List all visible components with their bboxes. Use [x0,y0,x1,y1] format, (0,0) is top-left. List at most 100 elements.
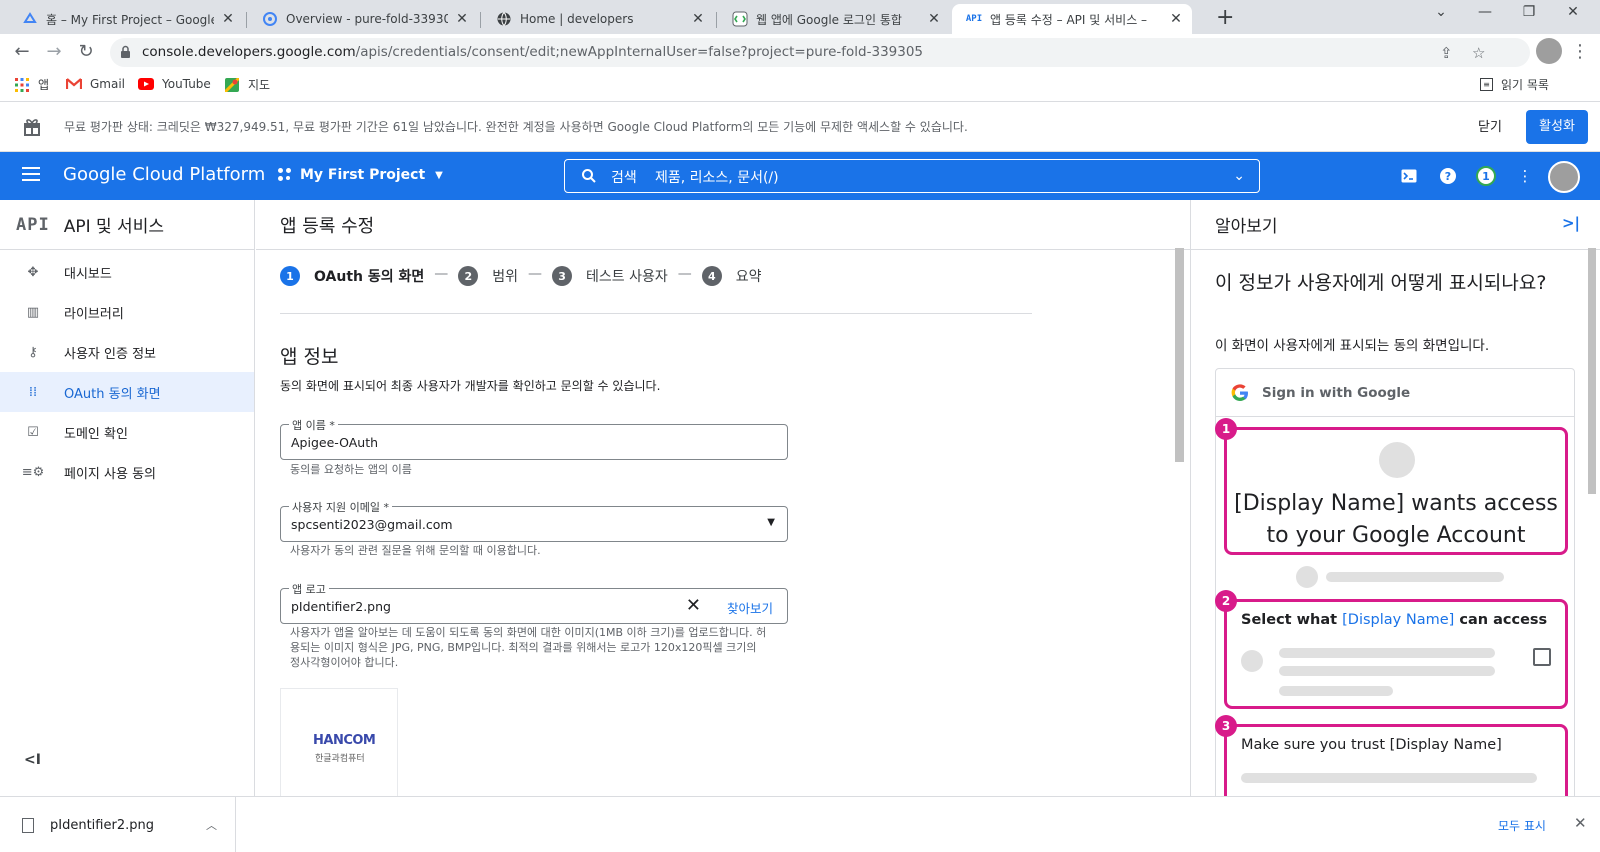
url-text: console.developers.google.com/apis/crede… [142,44,924,60]
close-icon[interactable]: ✕ [690,11,706,27]
field-value[interactable]: spcsenti2023@gmail.com [291,517,453,532]
support-email-select[interactable]: 사용자 지원 이메일 * spcsenti2023@gmail.com ▼ [280,499,788,542]
browser-tab-gcp-home[interactable]: 홈 – My First Project – Google Cloud ✕ [8,4,244,34]
tab-divider [480,12,481,28]
domain-check-icon: ☑ [27,424,39,440]
bookmark-apps[interactable]: 앱 [14,76,49,93]
project-selector[interactable]: My First Project ▼ [278,167,443,183]
show-all-downloads-link[interactable]: 모두 표시 [1498,817,1546,834]
step-summary[interactable]: 4 요약 [701,266,762,286]
search-input[interactable]: 검색 제품, 리소스, 문서(/) ⌄ [564,159,1260,193]
reading-list-label: 읽기 목록 [1501,78,1549,92]
scrollbar[interactable] [1588,248,1596,494]
close-icon[interactable]: ✕ [1574,814,1587,832]
download-filename: pIdentifier2.png [50,817,154,833]
download-item[interactable]: pIdentifier2.png ︿ [0,797,236,852]
field-hint: 동의를 요청하는 앱의 이름 [290,463,412,476]
lock-icon[interactable] [120,45,131,59]
dropdown-arrow-icon[interactable]: ▼ [767,517,775,528]
browser-tab-apigee[interactable]: Overview - pure-fold-339305-d ✕ [248,4,478,34]
browser-tab-google-signin[interactable]: 웹 앱에 Google 로그인 통합 ✕ [718,4,950,34]
collapse-sidebar-icon[interactable]: <I [24,752,41,768]
sidebar-item-label: 도메인 확인 [64,426,128,442]
close-icon[interactable]: ✕ [1168,11,1184,27]
clear-icon[interactable]: ✕ [686,595,701,616]
app-logo-field[interactable]: 앱 로고 pIdentifier2.png ✕ 찾아보기 [280,581,788,624]
bookmark-gmail[interactable]: Gmail [66,76,125,92]
mock-box-trust: 3 Make sure you trust [Display Name] [1215,715,1568,796]
bookmark-youtube[interactable]: YouTube [138,76,211,92]
dismiss-banner-button[interactable]: 닫기 [1478,116,1502,135]
browser-tab-active[interactable]: API 앱 등록 수정 – API 및 서비스 – ✕ [952,4,1192,34]
more-vert-icon[interactable]: ⋮ [1514,165,1536,187]
close-window-button[interactable]: ✕ [1558,4,1588,20]
activate-button[interactable]: 활성화 [1526,110,1588,144]
close-icon[interactable]: ✕ [926,11,942,27]
menu-icon[interactable] [22,167,40,181]
caret-down-icon: ▼ [435,169,443,181]
close-icon[interactable]: ✕ [454,11,470,27]
trial-message: 무료 평가판 상태: 크레딧은 ₩327,949.51, 무료 평가판 기간은 … [64,120,968,134]
sidebar-item-label: 페이지 사용 동의 [64,466,156,482]
step-scopes[interactable]: 2 범위 [458,266,518,286]
step-oauth-consent[interactable]: 1 OAuth 동의 화면 [280,266,424,286]
maximize-button[interactable]: ❐ [1514,4,1544,20]
section-description: 동의 화면에 표시되어 최종 사용자가 개발자를 확인하고 문의할 수 있습니다… [280,379,661,393]
notifications-icon[interactable]: 1 [1475,165,1497,187]
step-test-users[interactable]: 3 테스트 사용자 [552,266,668,286]
chevron-up-icon[interactable]: ︿ [206,817,217,833]
step-label: 범위 [492,269,519,285]
reload-button[interactable]: ↻ [74,40,98,64]
apigee-icon [262,11,278,27]
app-name-field[interactable]: 앱 이름 * Apigee-OAuth [280,417,788,460]
sidebar-item-library[interactable]: ▥ 라이브러리 [0,292,254,332]
tab-title: 앱 등록 수정 – API 및 서비스 – [990,12,1148,27]
sidebar-header: API API 및 서비스 [0,200,254,250]
browser-tab-developers[interactable]: Home | developers ✕ [482,4,714,34]
scrollbar[interactable] [1175,248,1184,462]
tab-title: 홈 – My First Project – Google Cloud [46,12,214,27]
browse-button[interactable]: 찾아보기 [727,598,773,617]
mock-text-placeholder [1279,648,1495,658]
browser-toolbar: ← → ↻ console.developers.google.com/apis… [0,34,1600,70]
reading-list-button[interactable]: ≡ 읽기 목록 [1480,76,1549,93]
logo-preview-text: HANCOM [313,733,376,748]
browser-menu-icon[interactable]: ⋮ [1568,40,1592,64]
sidebar-item-dashboard[interactable]: ✥ 대시보드 [0,252,254,292]
field-hint: 사용자가 동의 관련 질문을 위해 문의할 때 이용합니다. [290,544,541,557]
learn-panel: 알아보기 >| 이 정보가 사용자에게 어떻게 표시되나요? 이 화면이 사용자… [1190,200,1600,796]
mock-header-text: Sign in with Google [1262,384,1411,401]
main-content: 앱 등록 수정 1 OAuth 동의 화면 — 2 범위 — 3 테스트 사용자… [256,200,1190,796]
sidebar-item-credentials[interactable]: ⚷ 사용자 인증 정보 [0,332,254,372]
youtube-icon [138,76,154,92]
tab-search-icon[interactable]: ⌄ [1426,4,1456,20]
forward-button[interactable]: → [42,40,66,64]
step-label: 테스트 사용자 [586,269,668,285]
learn-panel-title: 알아보기 [1215,217,1278,237]
sidebar-item-domain-verification[interactable]: ☑ 도메인 확인 [0,412,254,452]
mock-avatar-placeholder [1379,442,1415,478]
minimize-button[interactable]: — [1470,4,1500,20]
help-icon[interactable]: ? [1437,165,1459,187]
trial-banner: 무료 평가판 상태: 크레딧은 ₩327,949.51, 무료 평가판 기간은 … [0,102,1600,152]
avatar[interactable] [1548,161,1580,193]
gift-icon [24,119,40,136]
share-icon[interactable]: ⇪ [1440,44,1453,62]
back-button[interactable]: ← [10,40,34,64]
star-icon[interactable]: ☆ [1472,44,1485,62]
cloud-shell-icon[interactable] [1398,165,1420,187]
search-label: 검색 [611,170,637,186]
sidebar-item-page-consent[interactable]: ≡⚙ 페이지 사용 동의 [0,452,254,492]
field-hint: 사용자가 앱을 알아보는 데 도움이 되도록 동의 화면에 대한 이미지(1MB… [290,626,767,669]
new-tab-button[interactable]: + [1216,5,1234,30]
svg-text:?: ? [1445,170,1451,183]
field-value[interactable]: Apigee-OAuth [291,435,378,450]
address-bar[interactable]: console.developers.google.com/apis/crede… [110,38,1530,67]
chevron-down-icon[interactable]: ⌄ [1233,168,1245,184]
profile-avatar[interactable] [1536,38,1562,64]
close-panel-icon[interactable]: >| [1562,214,1580,232]
close-icon[interactable]: ✕ [220,11,236,27]
bookmark-maps[interactable]: 지도 [224,76,270,93]
sidebar-item-oauth-consent[interactable]: ⁞⁞ OAuth 동의 화면 [0,372,254,412]
gcp-title[interactable]: Google Cloud Platform [63,164,265,185]
